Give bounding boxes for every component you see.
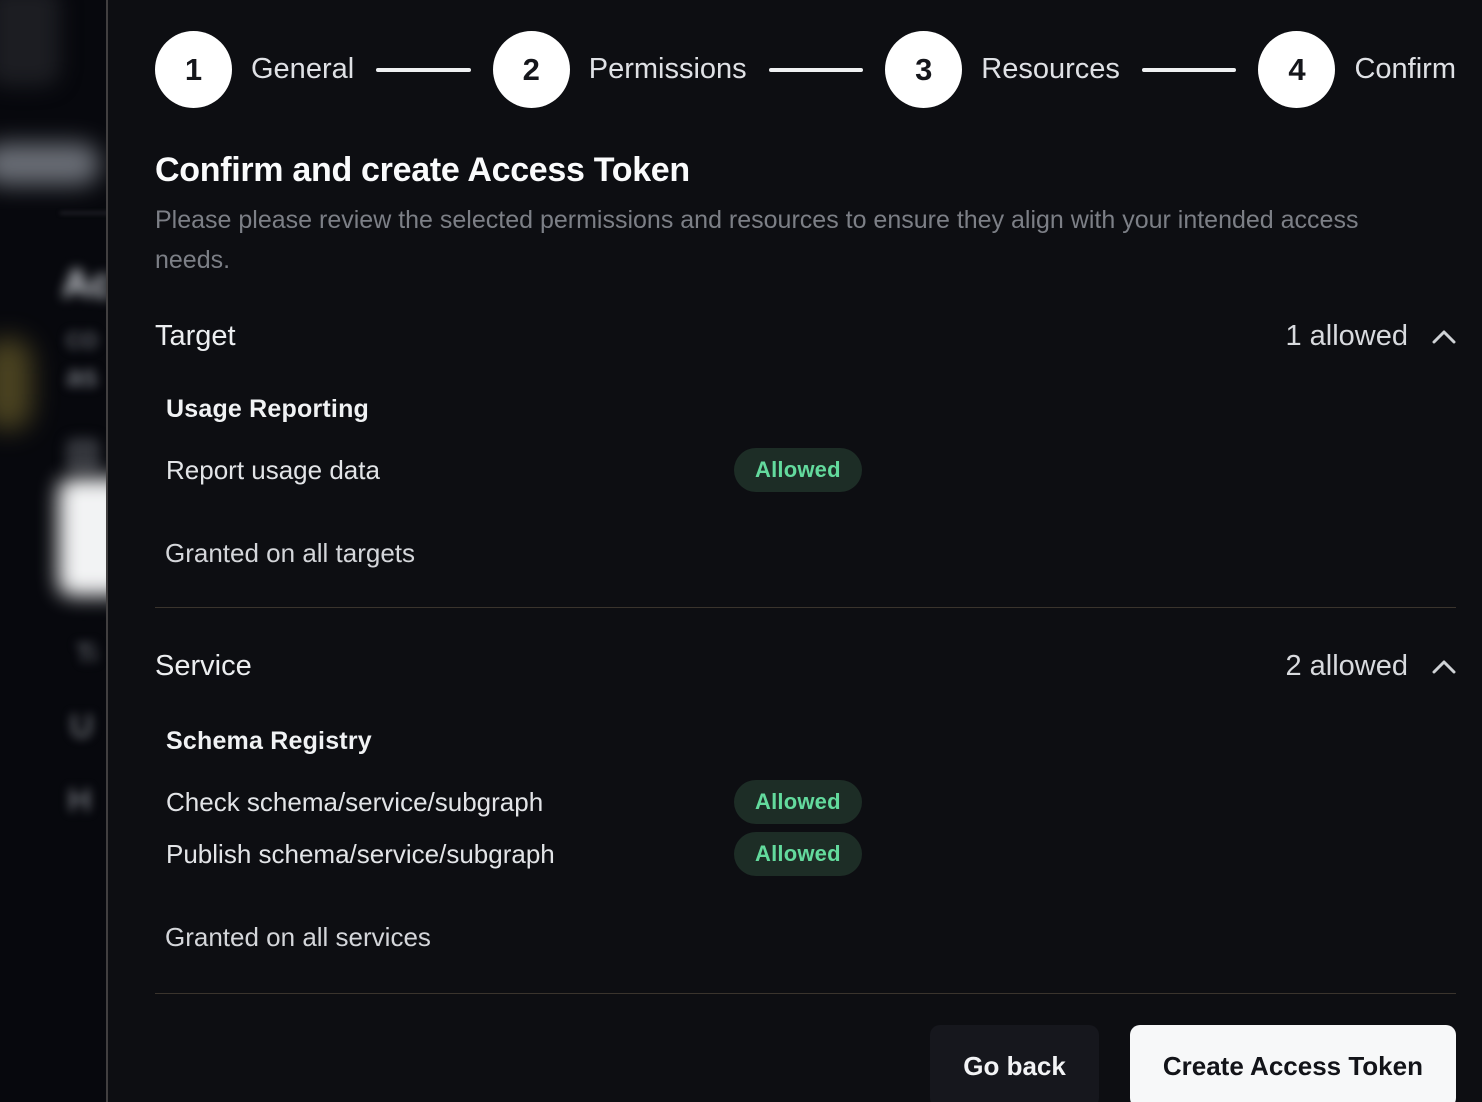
chevron-up-icon	[1432, 329, 1456, 345]
footer-divider	[155, 993, 1456, 994]
blurred-white-card	[58, 478, 106, 596]
permission-row: Report usage data Allowed	[166, 448, 1456, 492]
granted-note-services: Granted on all services	[165, 922, 1456, 953]
status-badge-allowed: Allowed	[734, 780, 862, 824]
wizard-stepper: 1 General 2 Permissions 3 Resources 4 Co…	[155, 31, 1456, 108]
permission-group-schema-registry: Schema Registry Check schema/service/sub…	[166, 683, 1456, 876]
stepper-connector	[1142, 68, 1237, 72]
blurred-logo	[0, 0, 60, 86]
step-confirm-number: 4	[1258, 31, 1335, 108]
step-permissions-number: 2	[493, 31, 570, 108]
step-resources-label: Resources	[981, 53, 1120, 86]
step-resources[interactable]: 3 Resources	[885, 31, 1120, 108]
create-access-token-button[interactable]: Create Access Token	[1130, 1025, 1456, 1102]
blurred-text-h: H	[68, 782, 91, 819]
page-subtitle: Please please review the selected permis…	[155, 200, 1395, 280]
modal-footer: Go back Create Access Token	[155, 1025, 1456, 1102]
group-heading: Schema Registry	[166, 727, 1456, 756]
step-permissions[interactable]: 2 Permissions	[493, 31, 747, 108]
chevron-up-icon	[1432, 659, 1456, 675]
section-name-target: Target	[155, 320, 236, 353]
section-divider	[155, 607, 1456, 608]
section-count-service: 2 allowed	[1285, 650, 1408, 683]
blurred-icon	[66, 438, 100, 472]
screen: Ac co as Ti U H 1 General 2 Permissions …	[0, 0, 1482, 1102]
blurred-divider	[60, 212, 106, 214]
stepper-connector	[769, 68, 864, 72]
step-general-number: 1	[155, 31, 232, 108]
blurred-text-ti: Ti	[76, 638, 97, 669]
section-count-target: 1 allowed	[1285, 320, 1408, 353]
blurred-text-u: U	[70, 708, 93, 745]
blurred-accent-shape	[0, 338, 32, 430]
page-title: Confirm and create Access Token	[155, 151, 1456, 190]
granted-note-targets: Granted on all targets	[165, 538, 1456, 569]
step-general-label: General	[251, 53, 354, 86]
group-heading: Usage Reporting	[166, 395, 1456, 424]
section-toggle-target[interactable]: 1 allowed	[1285, 320, 1456, 353]
background-sidebar: Ac co as Ti U H	[0, 0, 106, 1102]
section-toggle-service[interactable]: 2 allowed	[1285, 650, 1456, 683]
step-permissions-label: Permissions	[589, 53, 747, 86]
status-badge-allowed: Allowed	[734, 832, 862, 876]
create-access-token-modal: 1 General 2 Permissions 3 Resources 4 Co…	[106, 0, 1482, 1102]
permission-label: Report usage data	[166, 455, 734, 486]
permission-row: Publish schema/service/subgraph Allowed	[166, 832, 1456, 876]
permission-label: Publish schema/service/subgraph	[166, 839, 734, 870]
blurred-text-line2: co	[66, 322, 98, 356]
permission-label: Check schema/service/subgraph	[166, 787, 734, 818]
permission-row: Check schema/service/subgraph Allowed	[166, 780, 1456, 824]
step-confirm-label: Confirm	[1354, 53, 1456, 86]
go-back-button[interactable]: Go back	[930, 1025, 1099, 1102]
stepper-connector	[376, 68, 471, 72]
step-confirm[interactable]: 4 Confirm	[1258, 31, 1456, 108]
section-header-service: Service 2 allowed	[155, 650, 1456, 683]
blurred-text-account: Ac	[62, 262, 106, 307]
section-name-service: Service	[155, 650, 252, 683]
permission-group-usage-reporting: Usage Reporting Report usage data Allowe…	[166, 353, 1456, 492]
step-general[interactable]: 1 General	[155, 31, 354, 108]
blurred-nav-label	[0, 143, 100, 185]
step-resources-number: 3	[885, 31, 962, 108]
blurred-text-line3: as	[66, 360, 98, 394]
status-badge-allowed: Allowed	[734, 448, 862, 492]
section-header-target: Target 1 allowed	[155, 320, 1456, 353]
